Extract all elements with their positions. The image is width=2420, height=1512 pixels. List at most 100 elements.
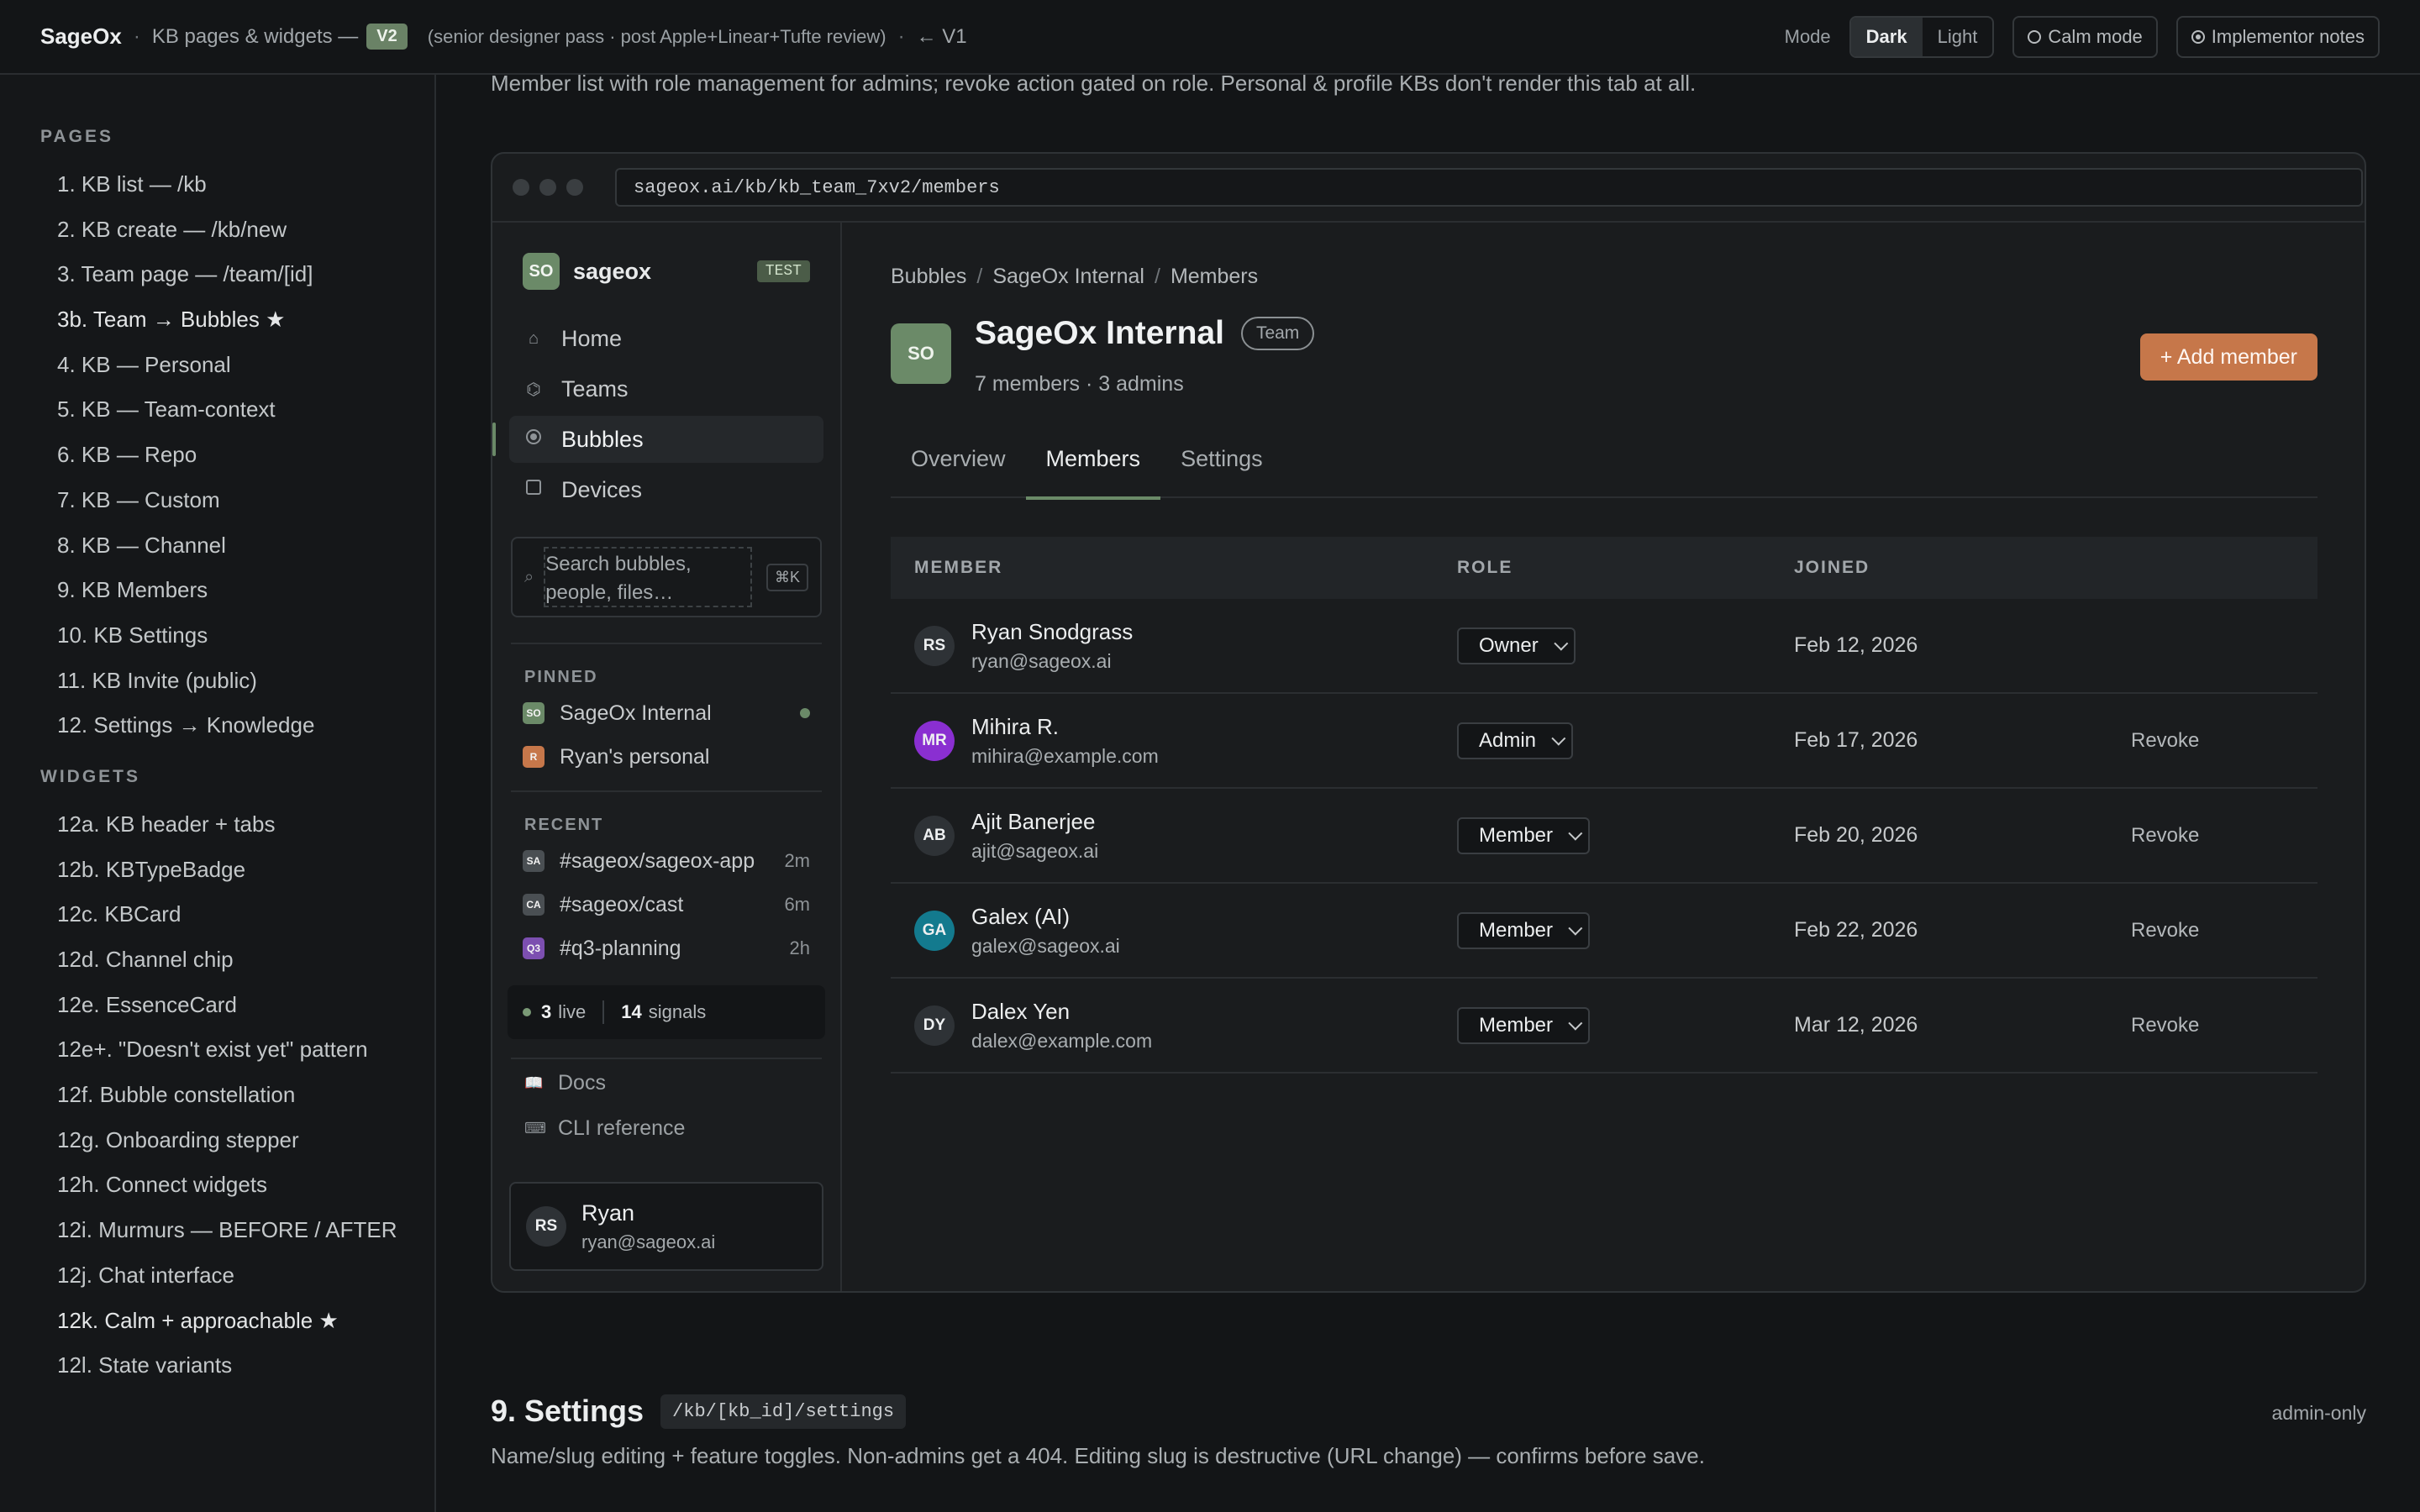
divider <box>511 1058 822 1059</box>
recent-heading: RECENT <box>524 816 604 834</box>
nav-link-widget[interactable]: 12d. Channel chip <box>40 937 434 983</box>
address-bar[interactable]: sageox.ai/kb/kb_team_7xv2/members <box>615 168 2363 207</box>
nav-item-devices[interactable]: Devices <box>509 466 823 513</box>
nav-link-page[interactable]: 11. KB Invite (public) <box>40 659 434 704</box>
revoke-button[interactable]: Revoke <box>2131 824 2199 848</box>
calm-mode-button[interactable]: Calm mode <box>2012 15 2158 58</box>
pinned-item-label: SageOx Internal <box>560 701 712 725</box>
kb-avatar: SO <box>891 323 951 384</box>
nav-link-widget[interactable]: 12j. Chat interface <box>40 1253 434 1299</box>
divider <box>511 643 822 644</box>
joined-date: Feb 20, 2026 <box>1794 823 1918 847</box>
breadcrumb-item[interactable]: SageOx Internal <box>992 265 1144 288</box>
nav-link-widget[interactable]: 12a. KB header + tabs <box>40 802 434 848</box>
nav-link-page[interactable]: 4. KB — Personal <box>40 343 434 388</box>
cli-reference-link[interactable]: ⌨ CLI reference <box>524 1116 685 1141</box>
doc-main: Member list with role management for adm… <box>491 71 2366 1512</box>
member-info: Ajit Banerjee ajit@sageox.ai <box>971 809 1098 863</box>
workspace-name: sageox <box>573 258 652 284</box>
nav-link-widget[interactable]: 12h. Connect widgets <box>40 1163 434 1208</box>
table-row: GA Galex (AI) galex@sageox.ai Member Feb… <box>891 884 2317 979</box>
nav-link-page[interactable]: 2. KB create — /kb/new <box>40 207 434 253</box>
member-cell: MR Mihira R. mihira@example.com <box>914 714 1159 768</box>
nav-link-page[interactable]: 10. KB Settings <box>40 613 434 659</box>
brand-title[interactable]: SageOx <box>40 24 122 50</box>
recent-item[interactable]: Q3 #q3-planning 2h <box>523 932 810 965</box>
breadcrumb-item[interactable]: Bubbles <box>891 265 966 288</box>
tab-overview[interactable]: Overview <box>891 429 1026 498</box>
nav-link-widget[interactable]: 12e. EssenceCard <box>40 983 434 1028</box>
role-select[interactable]: Member <box>1457 1006 1591 1044</box>
pages-list: 1. KB list — /kb 2. KB create — /kb/new … <box>40 162 434 748</box>
nav-link-widget[interactable]: 12c. KBCard <box>40 892 434 937</box>
recent-item-time: 2h <box>789 937 810 958</box>
sidebar-search[interactable]: ⌕ Search bubbles, people, files… ⌘K <box>511 537 822 617</box>
implementor-notes-button[interactable]: Implementor notes <box>2175 15 2380 58</box>
search-input[interactable]: Search bubbles, people, files… <box>544 547 753 607</box>
user-name: Ryan <box>581 1200 635 1226</box>
member-email: dalex@example.com <box>971 1029 1153 1052</box>
column-header-member: MEMBER <box>914 558 1003 577</box>
recent-item[interactable]: SA #sageox/sageox-app 2m <box>523 844 810 878</box>
nav-link-page[interactable]: 8. KB — Channel <box>40 523 434 569</box>
member-info: Galex (AI) galex@sageox.ai <box>971 904 1120 958</box>
role-select[interactable]: Member <box>1457 911 1591 949</box>
role-select[interactable]: Owner <box>1457 627 1576 664</box>
nav-link-page[interactable]: 3. Team page — /team/[id] <box>40 252 434 297</box>
section-description: Member list with role management for adm… <box>491 71 1697 96</box>
mode-dark-button[interactable]: Dark <box>1850 17 1923 56</box>
live-status: 3 live 14 signals <box>508 985 825 1039</box>
pinned-item[interactable]: R Ryan's personal <box>523 740 810 774</box>
tab-members[interactable]: Members <box>1025 429 1161 500</box>
revoke-button[interactable]: Revoke <box>2131 919 2199 942</box>
nav-link-widget[interactable]: 12k. Calm + approachable ★ <box>40 1299 434 1344</box>
user-menu[interactable]: RS Ryan ryan@sageox.ai <box>509 1182 823 1271</box>
nav-link-widget[interactable]: 12i. Murmurs — BEFORE / AFTER <box>40 1208 434 1253</box>
add-member-button[interactable]: + Add member <box>2139 333 2317 381</box>
revoke-button[interactable]: Revoke <box>2131 729 2199 753</box>
tab-settings[interactable]: Settings <box>1160 429 1283 498</box>
nav-link-page[interactable]: 6. KB — Repo <box>40 433 434 478</box>
separator: · <box>133 24 140 48</box>
nav-item-teams[interactable]: ⌬ Teams <box>509 365 823 412</box>
avatar: MR <box>914 720 955 761</box>
nav-link-page[interactable]: 1. KB list — /kb <box>40 162 434 207</box>
member-email: galex@sageox.ai <box>971 934 1120 957</box>
recent-item[interactable]: CA #sageox/cast 6m <box>523 888 810 921</box>
channel-badge-icon: CA <box>523 894 544 916</box>
version-badge: V2 <box>366 24 408 50</box>
nav-link-page[interactable]: 7. KB — Custom <box>40 478 434 523</box>
mode-light-button[interactable]: Light <box>1923 18 1993 56</box>
search-icon: ⌕ <box>524 567 534 586</box>
nav-link-widget[interactable]: 12l. State variants <box>40 1343 434 1389</box>
nav-item-home[interactable]: ⌂ Home <box>509 315 823 362</box>
user-email: ryan@sageox.ai <box>581 1231 716 1252</box>
recent-item-label: #sageox/sageox-app <box>560 848 755 873</box>
nav-link-page[interactable]: 3b. Team → Bubbles ★ <box>40 297 434 343</box>
circle-icon <box>2028 29 2042 44</box>
pinned-item[interactable]: SO SageOx Internal <box>523 696 810 730</box>
docs-link[interactable]: 📖 Docs <box>524 1071 606 1095</box>
nav-link-page[interactable]: 5. KB — Team-context <box>40 387 434 433</box>
member-name: Galex (AI) <box>971 903 1071 929</box>
revoke-button[interactable]: Revoke <box>2131 1014 2199 1037</box>
nav-link-page[interactable]: 12. Settings → Knowledge <box>40 703 434 748</box>
workspace-switcher[interactable]: SO sageox TEST <box>523 253 810 290</box>
nav-link-widget[interactable]: 12e+. "Doesn't exist yet" pattern <box>40 1027 434 1073</box>
nav-item-bubbles[interactable]: Bubbles <box>492 416 823 463</box>
back-to-v1-link[interactable]: ← V1 <box>917 25 967 49</box>
nav-link-widget[interactable]: 12g. Onboarding stepper <box>40 1118 434 1163</box>
nav-link-page[interactable]: 9. KB Members <box>40 568 434 613</box>
window-dot <box>566 179 583 196</box>
nav-link-widget[interactable]: 12f. Bubble constellation <box>40 1073 434 1118</box>
nav-link-widget[interactable]: 12b. KBTypeBadge <box>40 848 434 893</box>
breadcrumb-separator: / <box>976 265 983 288</box>
role-select[interactable]: Member <box>1457 816 1591 854</box>
devices-icon <box>524 480 543 500</box>
window-dot <box>513 179 529 196</box>
breadcrumb: Bubbles / SageOx Internal / Members <box>891 265 1258 289</box>
role-select[interactable]: Admin <box>1457 722 1574 759</box>
role-value: Admin <box>1479 728 1537 752</box>
recent-item-time: 2m <box>784 850 810 871</box>
topbar-controls: Mode Dark Light Calm mode Implementor no… <box>1785 15 2380 58</box>
